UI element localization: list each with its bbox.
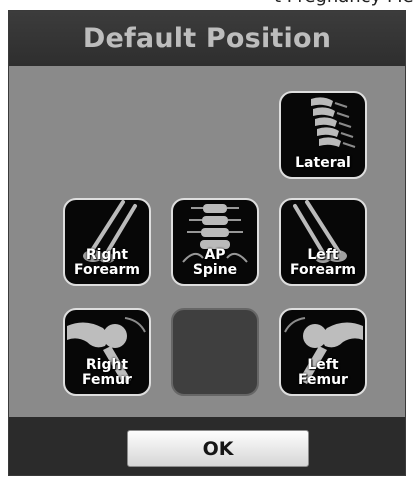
position-right-forearm-label-line2: Forearm	[74, 262, 140, 278]
dialog-footer: OK	[9, 417, 405, 475]
position-left-femur-label-line2: Femur	[298, 372, 348, 388]
position-right-forearm-label: Right Forearm	[65, 248, 149, 278]
position-left-forearm-label: Left Forearm	[281, 248, 365, 278]
dialog-title-bar: Default Position	[9, 11, 405, 66]
position-right-femur-label-line2: Femur	[82, 372, 132, 388]
empty-position-slot	[171, 308, 259, 396]
position-left-femur-label-line1: Left	[307, 357, 339, 373]
window-caption-fragment: t Pregnancy Messages	[274, 0, 414, 10]
position-right-forearm-button[interactable]: Right Forearm	[63, 198, 151, 286]
position-right-femur-button[interactable]: Right Femur	[63, 308, 151, 396]
position-left-forearm-button[interactable]: Left Forearm	[279, 198, 367, 286]
position-ap-spine-label-line2: Spine	[192, 262, 238, 278]
position-lateral-button[interactable]: Lateral	[279, 91, 367, 179]
position-left-femur-button[interactable]: Left Femur	[279, 308, 367, 396]
ok-button[interactable]: OK	[127, 430, 309, 467]
position-right-femur-label-line1: Right	[85, 357, 129, 373]
position-right-forearm-label-line1: Right	[85, 247, 129, 263]
position-ap-spine-label: AP Spine	[173, 248, 257, 278]
dialog-title: Default Position	[82, 23, 332, 54]
position-left-forearm-label-line2: Forearm	[290, 262, 356, 278]
position-left-femur-label: Left Femur	[281, 358, 365, 388]
position-lateral-label: Lateral	[295, 155, 351, 171]
position-right-femur-label: Right Femur	[65, 358, 149, 388]
position-ap-spine-button[interactable]: AP Spine	[171, 198, 259, 286]
default-position-dialog: Default Position Lateral Right Forearm A…	[8, 10, 406, 476]
position-ap-spine-label-line1: AP	[204, 247, 226, 263]
position-left-forearm-label-line1: Left	[307, 247, 339, 263]
